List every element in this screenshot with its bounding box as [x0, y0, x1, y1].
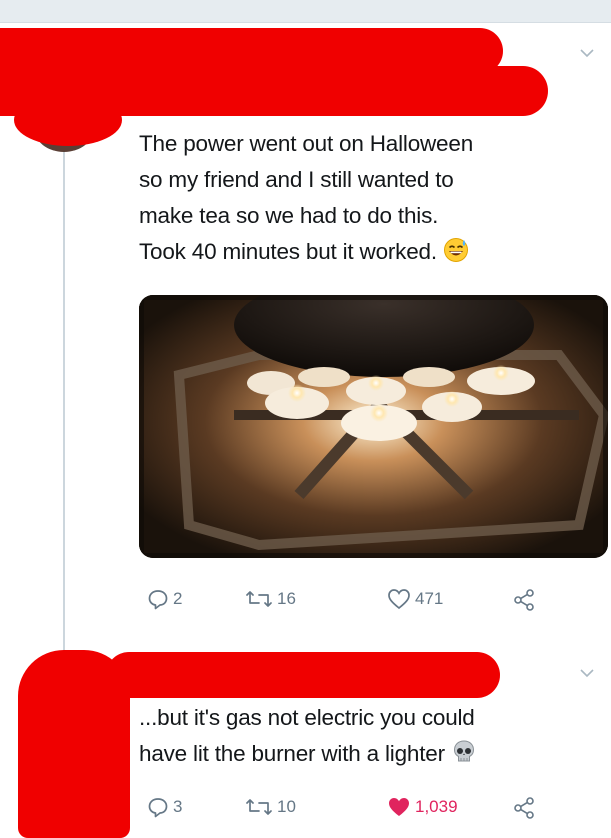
- chevron-down-icon[interactable]: [580, 48, 594, 58]
- tweet-text-segment: have lit the burner with a lighter: [139, 741, 445, 766]
- redaction-mark: [14, 94, 122, 146]
- top-strip: [0, 0, 611, 23]
- share-button[interactable]: [512, 588, 536, 612]
- retweet-count: 10: [277, 797, 296, 816]
- heart-icon: [388, 589, 410, 610]
- tweet-text: The power went out on Halloween so my fr…: [139, 126, 599, 270]
- heart-filled-icon: [389, 798, 409, 816]
- tweet-actions: 3 10 1,039: [139, 796, 599, 822]
- share-icon: [514, 797, 534, 819]
- like-count: 1,039: [415, 797, 458, 816]
- tweet-actions: 2 16 471: [139, 588, 599, 614]
- skull-emoji-icon: [453, 740, 474, 762]
- like-count: 471: [415, 589, 444, 608]
- reply-count: 3: [173, 797, 183, 816]
- tweet-photo[interactable]: [139, 295, 608, 558]
- tea-light-candles-photo: [139, 295, 608, 558]
- share-icon: [514, 589, 534, 611]
- tweet-text-line: make tea so we had to do this.: [139, 203, 439, 228]
- redaction-mark: [18, 650, 130, 838]
- retweet-button[interactable]: 10: [245, 796, 296, 818]
- like-button[interactable]: 471: [387, 588, 443, 610]
- retweet-count: 16: [277, 589, 296, 608]
- tweet-text-line: The power went out on Halloween: [139, 131, 474, 156]
- reply-count: 2: [173, 589, 183, 608]
- tweet-text: ...but it's gas not electric you could h…: [139, 700, 599, 772]
- reply-button[interactable]: 3: [147, 796, 182, 818]
- reply-icon: [148, 798, 168, 818]
- tweet-text-line: have lit the burner with a lighter: [139, 736, 599, 772]
- share-button[interactable]: [512, 796, 536, 820]
- grinning-sweat-emoji-icon: [443, 238, 468, 262]
- retweet-icon: [246, 591, 272, 607]
- retweet-button[interactable]: 16: [245, 588, 296, 610]
- like-button[interactable]: 1,039: [387, 796, 458, 818]
- reply-icon: [148, 590, 168, 610]
- redaction-mark: [106, 652, 500, 698]
- tweet-text-line: Took 40 minutes but it worked.: [139, 234, 599, 270]
- tweet-text-segment: Took 40 minutes but it worked.: [139, 239, 437, 264]
- reply-button[interactable]: 2: [147, 588, 182, 610]
- retweet-icon: [246, 799, 272, 815]
- tweet-text-line: ...but it's gas not electric you could: [139, 705, 475, 730]
- tweet-text-line: so my friend and I still wanted to: [139, 167, 454, 192]
- chevron-down-icon[interactable]: [580, 668, 594, 678]
